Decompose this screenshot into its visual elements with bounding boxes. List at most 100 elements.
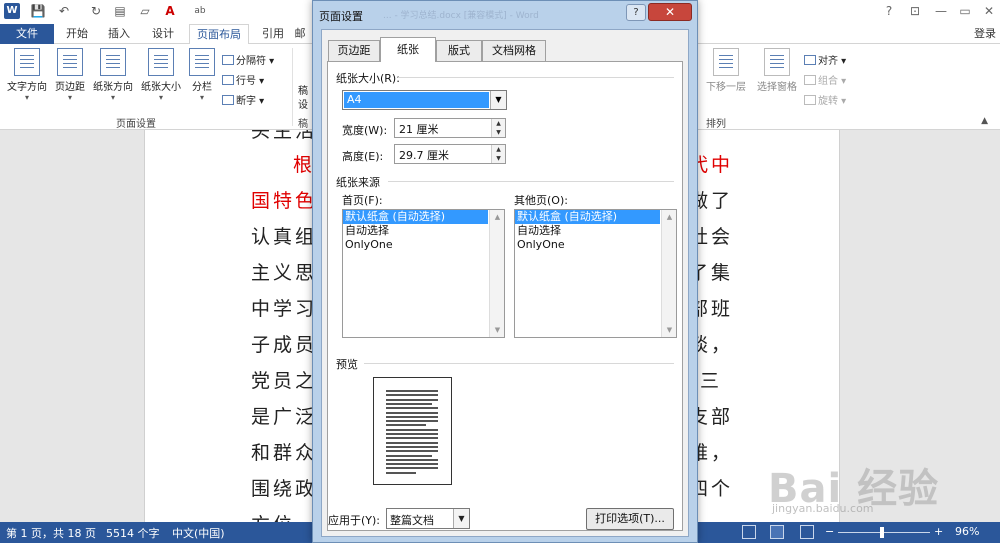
web-layout-icon[interactable] [800, 525, 814, 539]
collapse-ribbon-icon[interactable]: ▲ [981, 116, 988, 126]
width-spinner[interactable]: 21 厘米 ▲ ▼ [394, 118, 506, 138]
tab-design[interactable]: 设计 [146, 24, 180, 44]
word-count[interactable]: 5514 个字 [106, 525, 160, 541]
undo-icon[interactable]: ↶ [56, 3, 72, 19]
language-indicator[interactable]: 中文(中国) [172, 525, 225, 541]
other-pages-tray-list[interactable]: 默认纸盒 (自动选择) 自动选择 OnlyOne ▲ ▼ [514, 209, 677, 338]
open-icon[interactable]: ▱ [137, 3, 153, 19]
doc-line-left: 和群众 [251, 442, 318, 464]
print-options-button[interactable]: 打印选项(T)... [586, 508, 674, 530]
first-page-tray-list[interactable]: 默认纸盒 (自动选择) 自动选择 OnlyOne ▲ ▼ [342, 209, 505, 338]
preview-text-line [386, 458, 438, 461]
tab-layout[interactable]: 版式 [436, 40, 482, 61]
list-item[interactable]: 自动选择 [515, 224, 660, 238]
dialog-help-button[interactable]: ? [626, 4, 646, 21]
preview-text-line [386, 463, 438, 466]
restore-icon[interactable]: ▭ [954, 2, 976, 20]
tab-references[interactable]: 引用 [256, 24, 290, 44]
preview-text-line [386, 445, 438, 448]
chevron-down-icon[interactable]: ▼ [453, 509, 469, 528]
zoom-level[interactable]: 96% [955, 525, 979, 538]
chevron-down-icon: ▾ [158, 93, 163, 102]
spin-up-icon[interactable]: ▲ [492, 119, 505, 128]
preview-text-line [386, 428, 438, 431]
partial-ribbon-label: 稿 [298, 86, 308, 97]
print-layout-icon[interactable] [770, 525, 784, 539]
chevron-down-icon[interactable]: ▼ [490, 91, 506, 109]
read-mode-icon[interactable] [742, 525, 756, 539]
doc-line-left: 中学习 [251, 298, 318, 320]
list-item[interactable]: OnlyOne [515, 238, 660, 252]
chevron-down-icon: ▾ [110, 93, 115, 102]
dialog-close-button[interactable]: ✕ [648, 3, 692, 21]
redo-icon[interactable]: ↻ [88, 3, 104, 19]
close-window-icon[interactable]: ✕ [978, 2, 1000, 20]
list-scrollbar[interactable]: ▲ ▼ [489, 210, 504, 337]
list-item[interactable]: 默认纸盒 (自动选择) [343, 210, 488, 224]
tab-margins[interactable]: 页边距 [328, 40, 380, 61]
scroll-up-icon[interactable]: ▲ [490, 210, 505, 224]
tab-file[interactable]: 文件 [0, 24, 54, 44]
spin-down-icon[interactable]: ▼ [492, 128, 505, 137]
orientation-button[interactable]: 纸张方向 ▾ [90, 48, 136, 102]
zoom-slider-thumb[interactable] [880, 527, 885, 538]
spin-down-icon[interactable]: ▼ [492, 154, 505, 163]
paper-size-button[interactable]: 纸张大小 ▾ [138, 48, 184, 102]
paper-source-section-label: 纸张来源 [336, 176, 380, 189]
tab-document-grid[interactable]: 文档网格 [482, 40, 546, 61]
page-count[interactable]: 第 1 页，共 18 页 [6, 525, 96, 541]
minimize-icon[interactable]: — [930, 2, 952, 20]
list-scrollbar[interactable]: ▲ ▼ [661, 210, 676, 337]
columns-button[interactable]: 分栏 ▾ [188, 48, 216, 102]
ribbon-display-icon[interactable]: ⊡ [904, 2, 926, 20]
dialog-title-ghost: ... - 学习总结.docx [兼容模式] - Word [383, 11, 539, 21]
line-numbers-button[interactable]: 行号 ▾ [222, 72, 264, 87]
save-icon[interactable]: 💾 [30, 3, 46, 19]
list-item[interactable]: 自动选择 [343, 224, 488, 238]
list-item[interactable]: 默认纸盒 (自动选择) [515, 210, 660, 224]
list-item[interactable]: OnlyOne [343, 238, 488, 252]
scroll-down-icon[interactable]: ▼ [490, 323, 505, 337]
selection-pane-button[interactable]: 选择窗格 [754, 48, 800, 93]
page-preview [373, 377, 452, 485]
text-direction-button[interactable]: 文字方向 ▾ [4, 48, 50, 102]
align-button[interactable]: 对齐 ▾ [804, 52, 846, 67]
paper-tab-panel: 纸张大小(R): A4 ▼ 宽度(W): 21 厘米 ▲ ▼ 高度(E): 29.… [327, 61, 683, 531]
apply-to-select[interactable]: 整篇文档 ▼ [386, 508, 470, 529]
help-icon[interactable]: ? [878, 2, 900, 20]
tab-insert[interactable]: 插入 [102, 24, 136, 44]
font-color-icon[interactable]: A [162, 3, 178, 19]
tab-page-layout[interactable]: 页面布局 [189, 24, 249, 45]
orientation-label: 纸张方向 [93, 82, 133, 93]
scroll-up-icon[interactable]: ▲ [662, 210, 677, 224]
paper-size-select[interactable]: A4 ▼ [342, 90, 507, 110]
new-doc-icon[interactable]: ▤ [112, 3, 128, 19]
tab-home[interactable]: 开始 [60, 24, 94, 44]
rotate-button[interactable]: 旋转 ▾ [804, 92, 846, 107]
preview-text-line [386, 398, 438, 401]
scroll-down-icon[interactable]: ▼ [662, 323, 677, 337]
text-direction-icon [14, 48, 40, 76]
group-button[interactable]: 组合 ▾ [804, 72, 846, 87]
hyphenation-button[interactable]: 断字 ▾ [222, 92, 264, 107]
height-spinner[interactable]: 29.7 厘米 ▲ ▼ [394, 144, 506, 164]
send-backward-button[interactable]: 下移一层 [700, 48, 752, 93]
doc-line-left: 子成员 [251, 334, 318, 356]
spin-up-icon[interactable]: ▲ [492, 145, 505, 154]
margins-button[interactable]: 页边距 ▾ [52, 48, 88, 102]
preview-text-line [386, 433, 438, 435]
spinner-buttons[interactable]: ▲ ▼ [491, 119, 505, 137]
zoom-in-button[interactable]: + [934, 525, 943, 538]
tab-paper[interactable]: 纸张 [380, 37, 436, 62]
doc-line-left: 党员之 [251, 370, 318, 392]
zoom-out-button[interactable]: − [825, 525, 834, 538]
doc-line-left: 方位 [251, 510, 295, 522]
breaks-button[interactable]: 分隔符 ▾ [222, 52, 274, 67]
preview-text-line [386, 407, 438, 410]
apply-to-value: 整篇文档 [390, 514, 434, 527]
spinner-buttons[interactable]: ▲ ▼ [491, 145, 505, 163]
tab-mailings[interactable]: 邮 [290, 24, 310, 44]
spelling-icon[interactable]: ab [192, 3, 208, 19]
sign-in-link[interactable]: 登录 [974, 24, 996, 44]
chevron-down-icon: ▾ [24, 93, 29, 102]
